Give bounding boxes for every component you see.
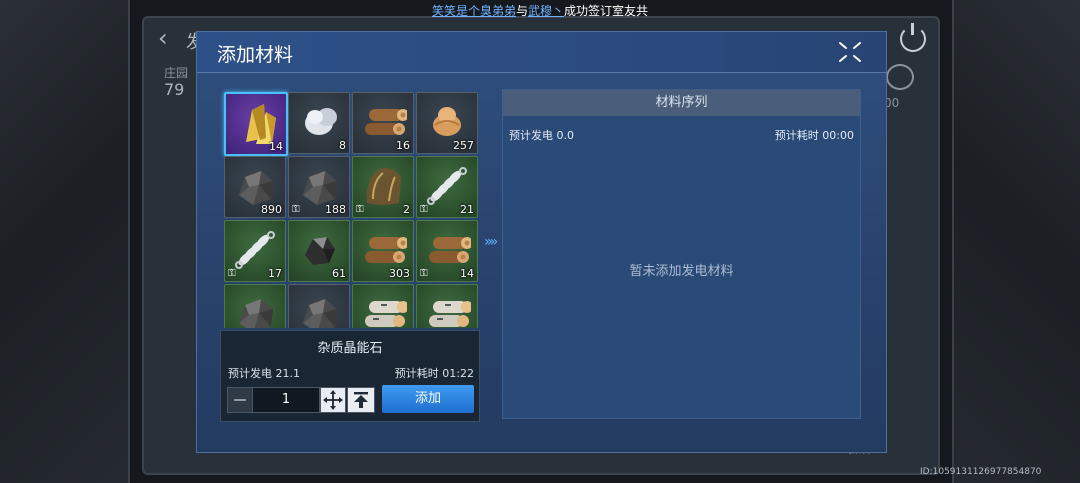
material-slot[interactable]: 16 <box>352 92 414 154</box>
broadcast-joiner: 与 <box>515 4 528 18</box>
material-count: 890 <box>261 203 282 216</box>
sequence-time-estimate: 预计耗时 00:00 <box>774 129 854 142</box>
background-left <box>0 0 140 483</box>
sequence-empty-text: 暂未添加发电材料 <box>629 264 734 279</box>
lock-icon: ⚿ <box>228 268 236 279</box>
material-slot[interactable]: 8 <box>288 92 350 154</box>
user-id: ID:1059131126977854870 <box>920 467 1042 477</box>
material-slot[interactable]: ⚿ 188 <box>288 156 350 218</box>
modal-title: 添加材料 <box>217 44 294 66</box>
material-count: 14 <box>269 140 283 153</box>
material-slot[interactable] <box>224 284 286 328</box>
material-slot[interactable]: 303 <box>352 220 414 282</box>
underlying-number: 79 <box>164 80 185 99</box>
material-power-estimate: 预计发电 21.1 <box>228 367 300 380</box>
broadcast-user2[interactable]: 武穆丶 <box>528 4 564 18</box>
modal-header: 添加材料 <box>197 32 886 73</box>
max-arrow-icon <box>354 392 368 408</box>
broadcast-user1[interactable]: 笑笑是个臭弟弟 <box>432 4 516 18</box>
broadcast-message: 成功签订室友共 <box>564 4 649 18</box>
material-sequence-panel: 材料序列 预计发电 0.0 预计耗时 00:00 暂未添加发电材料 <box>502 89 861 419</box>
material-slot[interactable]: ⚿ 2 <box>352 156 414 218</box>
sequence-power-estimate: 预计发电 0.0 <box>509 129 574 142</box>
power-icon[interactable] <box>900 23 926 52</box>
lock-icon: ⚿ <box>420 204 428 215</box>
material-count: 188 <box>325 203 346 216</box>
material-count: 257 <box>453 139 474 152</box>
material-count: 303 <box>389 267 410 280</box>
underlying-status-icon <box>886 64 914 90</box>
lock-icon: ⚿ <box>420 268 428 279</box>
material-slot[interactable]: 890 <box>224 156 286 218</box>
move-cross-icon <box>323 390 343 410</box>
quantity-decrease-button[interactable] <box>227 387 253 413</box>
material-slot[interactable] <box>352 284 414 328</box>
add-button[interactable]: 添加 <box>382 385 474 413</box>
material-count: 16 <box>396 139 410 152</box>
material-slot[interactable] <box>288 284 350 328</box>
material-count: 14 <box>460 267 474 280</box>
material-count: 8 <box>339 139 346 152</box>
back-arrow-icon[interactable]: ‹ <box>158 24 168 52</box>
lock-icon: ⚿ <box>356 204 364 215</box>
material-count: 17 <box>268 267 282 280</box>
lock-icon: ⚿ <box>292 204 300 215</box>
sequence-title: 材料序列 <box>503 90 860 116</box>
material-slot[interactable]: ⚿ 17 <box>224 220 286 282</box>
broadcast-banner: 笑笑是个臭弟弟与武穆丶成功签订室友共 <box>0 2 1080 19</box>
material-time-estimate: 预计耗时 01:22 <box>394 367 474 380</box>
material-slot[interactable]: 61 <box>288 220 350 282</box>
material-grid: 14 8 16 257 890 ⚿ 188 ⚿ 2 ⚿ 21 ⚿ 17 61 303 ⚿ 14 <box>220 88 480 328</box>
material-slot[interactable]: 257 <box>416 92 478 154</box>
quantity-move-button[interactable] <box>320 387 346 413</box>
material-slot[interactable]: ⚿ 14 <box>416 220 478 282</box>
quantity-input[interactable]: 1 <box>252 387 320 413</box>
close-icon[interactable] <box>837 40 863 64</box>
material-slot[interactable] <box>416 284 478 328</box>
transfer-arrows-icon: »» <box>484 234 498 250</box>
material-slot[interactable]: ⚿ 21 <box>416 156 478 218</box>
underlying-label: 庄园 <box>164 66 189 80</box>
quantity-max-button[interactable] <box>347 387 375 413</box>
material-count: 21 <box>460 203 474 216</box>
material-name: 杂质晶能石 <box>317 341 383 356</box>
material-detail-panel: 杂质晶能石 预计发电 21.1 预计耗时 01:22 1 添加 <box>220 330 480 422</box>
material-count: 61 <box>332 267 346 280</box>
material-count: 2 <box>403 203 410 216</box>
material-slot[interactable]: 14 <box>224 92 288 156</box>
